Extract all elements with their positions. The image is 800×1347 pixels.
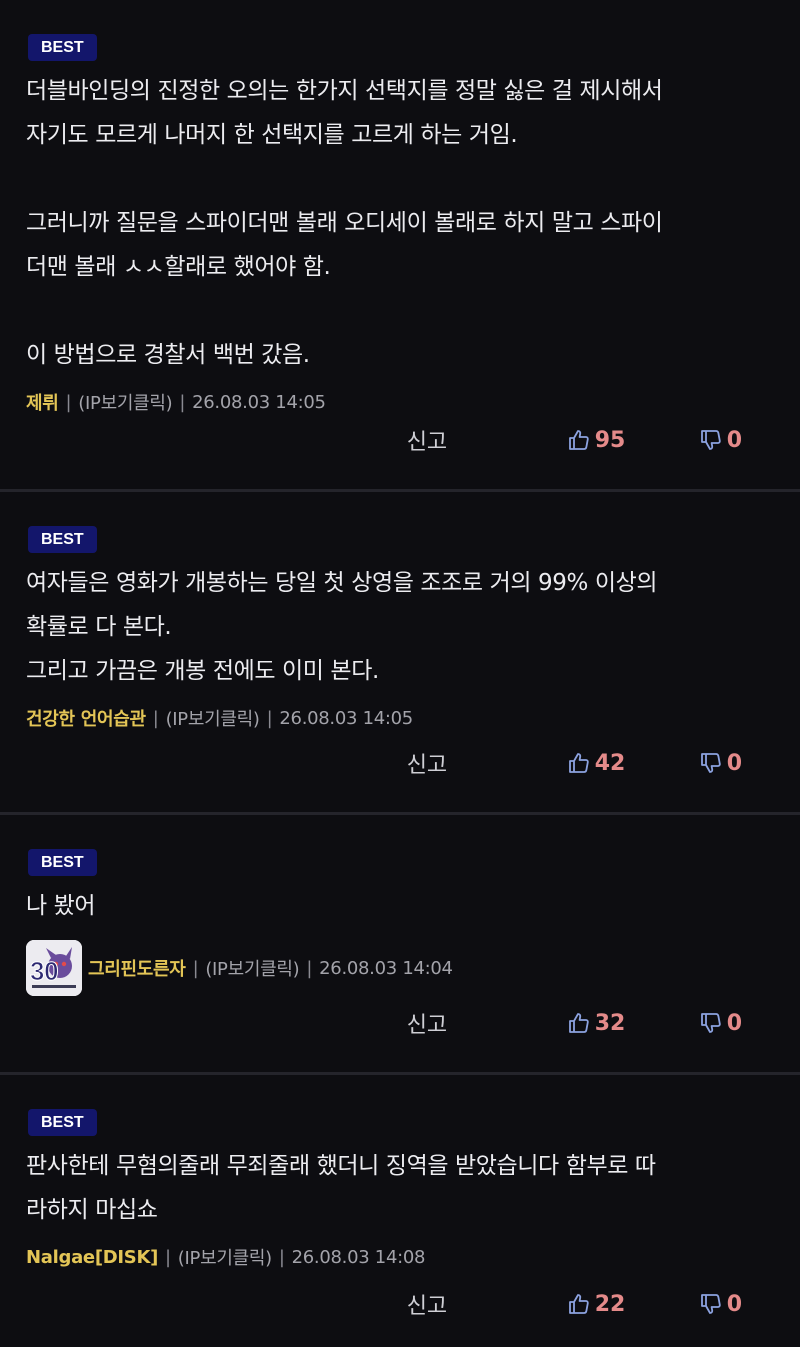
best-badge: BEST bbox=[28, 849, 97, 876]
comment-actions: 신고 42 0 bbox=[407, 747, 742, 779]
comment-text: 여자들은 영화가 개봉하는 당일 첫 상영을 조조로 거의 99% 이상의 확률… bbox=[26, 570, 658, 684]
comment-item: BEST 나 봤어 30 그리핀도른자 | (IP보기클릭) | 26.08.0… bbox=[0, 815, 800, 1075]
comment-item: BEST 더블바인딩의 진정한 오의는 한가지 선택지를 정말 싫은 걸 제시해… bbox=[0, 0, 800, 492]
comment-text: 판사한테 무혐의줄래 무죄줄래 했더니 징역을 받았습니다 함부로 따 라하지 … bbox=[26, 1153, 656, 1223]
dislike-button[interactable]: 0 bbox=[699, 1011, 742, 1036]
comment-meta: 제뤼 | (IP보기클릭) | 26.08.03 14:05 bbox=[26, 389, 774, 415]
report-button[interactable]: 신고 bbox=[407, 1007, 567, 1039]
thumbs-up-icon bbox=[567, 1011, 591, 1035]
ip-view-link[interactable]: (IP보기클릭) bbox=[205, 955, 299, 981]
divider: | bbox=[266, 707, 273, 729]
dislike-count: 0 bbox=[726, 1010, 742, 1036]
thumbs-down-icon bbox=[699, 428, 723, 452]
comment-actions: 신고 32 0 bbox=[407, 1007, 742, 1039]
best-badge: BEST bbox=[28, 34, 97, 61]
dislike-button[interactable]: 0 bbox=[699, 428, 742, 453]
like-count: 95 bbox=[594, 427, 626, 453]
like-button[interactable]: 22 bbox=[567, 1292, 699, 1317]
thumbs-up-icon bbox=[567, 428, 591, 452]
dislike-count: 0 bbox=[726, 750, 742, 776]
comment-timestamp: 26.08.03 14:05 bbox=[279, 707, 413, 729]
comment-actions: 신고 95 0 bbox=[407, 424, 742, 456]
ip-view-link[interactable]: (IP보기클릭) bbox=[178, 1244, 272, 1270]
like-button[interactable]: 42 bbox=[567, 751, 699, 776]
divider: | bbox=[278, 1246, 285, 1268]
like-count: 22 bbox=[594, 1291, 626, 1317]
author-name[interactable]: 제뤼 bbox=[26, 389, 59, 415]
comment-timestamp: 26.08.03 14:08 bbox=[291, 1246, 426, 1268]
comment-meta: Nalgae[DISK] | (IP보기클릭) | 26.08.03 14:08 bbox=[26, 1244, 774, 1270]
divider: | bbox=[152, 707, 159, 729]
comment-text: 나 봤어 bbox=[26, 893, 96, 919]
comment-timestamp: 26.08.03 14:04 bbox=[319, 957, 453, 979]
like-button[interactable]: 95 bbox=[567, 428, 699, 453]
comment-timestamp: 26.08.03 14:05 bbox=[192, 391, 326, 413]
best-badge: BEST bbox=[28, 526, 97, 553]
thumbs-down-icon bbox=[699, 1011, 723, 1035]
dislike-count: 0 bbox=[726, 427, 742, 453]
divider: | bbox=[306, 957, 313, 979]
divider: | bbox=[165, 1246, 171, 1268]
author-name[interactable]: 그리핀도른자 bbox=[88, 955, 186, 981]
divider: | bbox=[65, 391, 72, 413]
report-button[interactable]: 신고 bbox=[407, 424, 567, 456]
divider: | bbox=[179, 391, 186, 413]
like-button[interactable]: 32 bbox=[567, 1011, 699, 1036]
comment-actions: 신고 22 0 bbox=[407, 1288, 742, 1320]
avatar-emblem: 30 bbox=[30, 956, 58, 986]
like-count: 32 bbox=[594, 1010, 626, 1036]
ip-view-link[interactable]: (IP보기클릭) bbox=[78, 389, 172, 415]
avatar[interactable]: 30 bbox=[26, 940, 82, 996]
comment-item: BEST 여자들은 영화가 개봉하는 당일 첫 상영을 조조로 거의 99% 이… bbox=[0, 492, 800, 815]
thumbs-down-icon bbox=[699, 1292, 723, 1316]
comment-meta: 30 그리핀도른자 | (IP보기클릭) | 26.08.03 14:04 bbox=[26, 940, 774, 996]
thumbs-up-icon bbox=[567, 1292, 591, 1316]
comment-item: BEST 판사한테 무혐의줄래 무죄줄래 했더니 징역을 받았습니다 함부로 따… bbox=[0, 1075, 800, 1347]
author-name[interactable]: Nalgae[DISK] bbox=[26, 1247, 158, 1268]
like-count: 42 bbox=[594, 750, 626, 776]
divider: | bbox=[192, 957, 199, 979]
comment-text: 더블바인딩의 진정한 오의는 한가지 선택지를 정말 싫은 걸 제시해서 자기도… bbox=[26, 78, 663, 368]
best-badge: BEST bbox=[28, 1109, 97, 1136]
author-name[interactable]: 건강한 언어습관 bbox=[26, 705, 146, 731]
report-button[interactable]: 신고 bbox=[407, 1288, 567, 1320]
dislike-count: 0 bbox=[726, 1291, 742, 1317]
report-button[interactable]: 신고 bbox=[407, 747, 567, 779]
dislike-button[interactable]: 0 bbox=[699, 751, 742, 776]
thumbs-down-icon bbox=[699, 751, 723, 775]
thumbs-up-icon bbox=[567, 751, 591, 775]
dislike-button[interactable]: 0 bbox=[699, 1292, 742, 1317]
comment-meta: 건강한 언어습관 | (IP보기클릭) | 26.08.03 14:05 bbox=[26, 705, 774, 731]
ip-view-link[interactable]: (IP보기클릭) bbox=[166, 705, 260, 731]
